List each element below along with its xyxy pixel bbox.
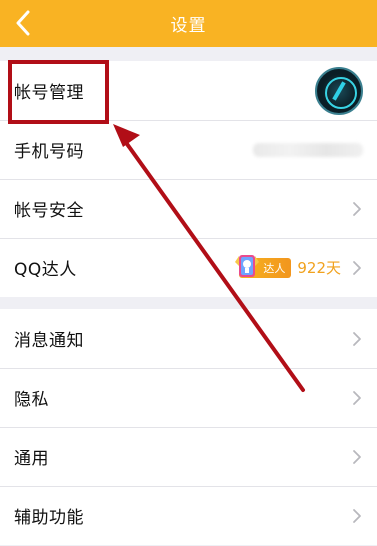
top-nav-bar: 设置 [0, 0, 377, 47]
message-notification-label: 消息通知 [14, 331, 84, 351]
phone-number-value-blurred [253, 142, 363, 157]
accessibility-label: 辅助功能 [14, 508, 84, 528]
privacy-label: 隐私 [14, 390, 49, 410]
account-management-item[interactable]: 帐号管理 [0, 61, 377, 120]
daren-badge: 达人 922天 [235, 254, 341, 278]
chevron-right-icon [353, 260, 361, 275]
account-settings-group: 帐号管理 手机号码 帐号安全 QQ达人 达人 922天 [0, 61, 377, 297]
daren-tag: 达人 [235, 254, 292, 278]
chevron-right-icon [353, 449, 361, 464]
account-security-item[interactable]: 帐号安全 [0, 179, 377, 238]
page-title: 设置 [170, 16, 207, 36]
general-label: 通用 [14, 449, 49, 469]
account-management-label: 帐号管理 [14, 83, 84, 103]
qq-daren-label: QQ达人 [14, 260, 77, 280]
phone-number-item[interactable]: 手机号码 [0, 120, 377, 179]
message-notification-item[interactable]: 消息通知 [0, 309, 377, 368]
qq-daren-item[interactable]: QQ达人 达人 922天 [0, 238, 377, 297]
accessibility-item[interactable]: 辅助功能 [0, 486, 377, 545]
phone-number-label: 手机号码 [14, 142, 84, 162]
chevron-right-icon [353, 331, 361, 346]
privacy-item[interactable]: 隐私 [0, 368, 377, 427]
avatar [315, 66, 363, 115]
daren-tag-text: 达人 [263, 261, 286, 275]
chevron-right-icon [353, 201, 361, 216]
daren-days: 922天 [297, 259, 341, 277]
general-settings-group: 消息通知 隐私 通用 辅助功能 [0, 309, 377, 545]
back-arrow-icon [16, 10, 30, 36]
back-button[interactable] [6, 6, 40, 40]
chevron-right-icon [353, 508, 361, 523]
chevron-right-icon [353, 390, 361, 405]
general-item[interactable]: 通用 [0, 427, 377, 486]
daren-medal-icon [235, 254, 260, 277]
account-security-label: 帐号安全 [14, 201, 84, 221]
